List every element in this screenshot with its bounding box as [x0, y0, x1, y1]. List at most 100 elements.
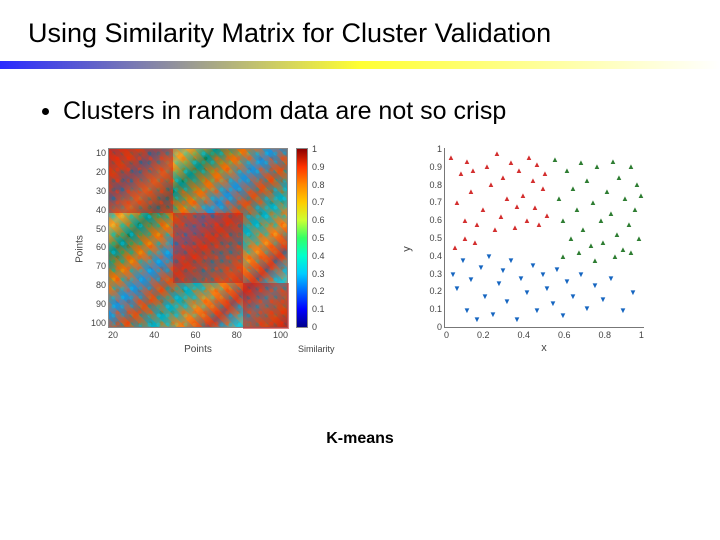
tick: 30 — [88, 186, 106, 196]
tick: 1 — [420, 144, 442, 154]
colorbar-ticks: 1 0.9 0.8 0.7 0.6 0.5 0.4 0.3 0.2 0.1 0 — [312, 144, 336, 332]
tick: 60 — [190, 330, 200, 340]
tick: 0.3 — [312, 269, 336, 279]
similarity-heatmap — [108, 148, 288, 328]
scatter-point: ▲ — [551, 157, 556, 162]
scatter-point: ▼ — [495, 281, 500, 286]
tick: 0.4 — [517, 330, 530, 340]
scatter-point: ▼ — [553, 267, 558, 272]
scatter-point: ▲ — [575, 250, 580, 255]
scatter-xlabel: x — [444, 342, 644, 354]
tick: 1 — [639, 330, 644, 340]
scatter-point: ▲ — [515, 168, 520, 173]
scatter-point: ▲ — [525, 155, 530, 160]
scatter-point: ▲ — [569, 186, 574, 191]
scatter-point: ▲ — [559, 254, 564, 259]
scatter-point: ▲ — [511, 225, 516, 230]
bullet-item: Clusters in random data are not so crisp — [0, 69, 720, 126]
scatter-point: ▲ — [461, 236, 466, 241]
scatter-point: ▼ — [507, 258, 512, 263]
scatter-point: ▼ — [559, 313, 564, 318]
tick: 0.9 — [312, 162, 336, 172]
tick: 40 — [149, 330, 159, 340]
tick: 10 — [88, 148, 106, 158]
scatter-point: ▼ — [517, 276, 522, 281]
scatter-point: ▲ — [587, 243, 592, 248]
heatmap-y-ticks: 10 20 30 40 50 60 70 80 90 100 — [88, 148, 106, 328]
scatter-point: ▲ — [463, 159, 468, 164]
bullet-dot-icon — [42, 108, 49, 115]
scatter-point: ▼ — [549, 301, 554, 306]
scatter-point: ▲ — [559, 218, 564, 223]
scatter-point: ▼ — [477, 265, 482, 270]
scatter-point: ▼ — [563, 279, 568, 284]
heatmap-xlabel: Points — [108, 344, 288, 355]
tick: 80 — [232, 330, 242, 340]
tick: 40 — [88, 205, 106, 215]
heatmap-ylabel: Points — [74, 235, 85, 263]
scatter-point: ▼ — [577, 272, 582, 277]
scatter-point: ▲ — [539, 186, 544, 191]
scatter-point: ▼ — [523, 290, 528, 295]
tick: 0 — [312, 322, 336, 332]
tick: 90 — [88, 299, 106, 309]
scatter-point: ▲ — [543, 213, 548, 218]
tick: 60 — [88, 242, 106, 252]
scatter-y-ticks: 0 0.1 0.2 0.3 0.4 0.5 0.6 0.7 0.8 0.9 1 — [420, 144, 442, 332]
scatter-point: ▼ — [513, 317, 518, 322]
scatter-point: ▲ — [487, 182, 492, 187]
scatter-point: ▼ — [607, 276, 612, 281]
tick: 0.8 — [420, 180, 442, 190]
scatter-point: ▼ — [481, 294, 486, 299]
scatter-point: ▲ — [523, 218, 528, 223]
scatter-x-ticks: 0 0.2 0.4 0.6 0.8 1 — [444, 330, 644, 340]
tick: 0.6 — [420, 215, 442, 225]
scatter-point: ▲ — [483, 164, 488, 169]
scatter-point: ▲ — [611, 254, 616, 259]
tick: 0.5 — [420, 233, 442, 243]
colorbar-label: Similarity — [298, 344, 335, 354]
tick: 0.4 — [420, 251, 442, 261]
tick: 0.8 — [312, 180, 336, 190]
scatter-point: ▼ — [543, 286, 548, 291]
scatter-point: ▼ — [533, 308, 538, 313]
scatter-point: ▼ — [499, 268, 504, 273]
scatter-point: ▲ — [513, 204, 518, 209]
tick: 50 — [88, 224, 106, 234]
scatter-point: ▼ — [569, 294, 574, 299]
tick: 0.5 — [312, 233, 336, 243]
scatter-point: ▼ — [539, 272, 544, 277]
scatter-point: ▲ — [597, 218, 602, 223]
scatter-plot-area: ▲▲▲▲▲▲▲▲▲▲▲▲▲▲▲▲▲▲▲▲▲▲▲▲▲▲▲▲▲▲▲▲▲▼▼▼▼▼▼▼… — [444, 148, 644, 328]
scatter-point: ▲ — [453, 200, 458, 205]
tick: 100 — [273, 330, 288, 340]
scatter-point: ▲ — [563, 168, 568, 173]
scatter-point: ▲ — [593, 164, 598, 169]
scatter-point: ▲ — [631, 207, 636, 212]
tick: 0.2 — [477, 330, 490, 340]
scatter-point: ▲ — [609, 159, 614, 164]
scatter-point: ▲ — [507, 160, 512, 165]
tick: 20 — [88, 167, 106, 177]
scatter-point: ▼ — [629, 290, 634, 295]
scatter-point: ▲ — [447, 155, 452, 160]
scatter-point: ▲ — [499, 175, 504, 180]
scatter-point: ▲ — [637, 193, 642, 198]
scatter-point: ▲ — [621, 196, 626, 201]
scatter-point: ▲ — [573, 207, 578, 212]
scatter-point: ▲ — [619, 247, 624, 252]
scatter-point: ▲ — [591, 258, 596, 263]
figure-caption: K-means — [0, 430, 720, 448]
scatter-point: ▲ — [603, 189, 608, 194]
scatter-point: ▲ — [479, 207, 484, 212]
scatter-point: ▼ — [467, 277, 472, 282]
tick: 70 — [88, 261, 106, 271]
scatter-point: ▲ — [529, 178, 534, 183]
tick: 0.4 — [312, 251, 336, 261]
scatter-point: ▲ — [471, 240, 476, 245]
scatter-point: ▲ — [607, 211, 612, 216]
scatter-point: ▲ — [469, 168, 474, 173]
scatter-point: ▼ — [503, 299, 508, 304]
figure-row: Points 10 20 30 40 50 60 70 80 90 100 20… — [0, 126, 720, 354]
scatter-point: ▲ — [457, 171, 462, 176]
